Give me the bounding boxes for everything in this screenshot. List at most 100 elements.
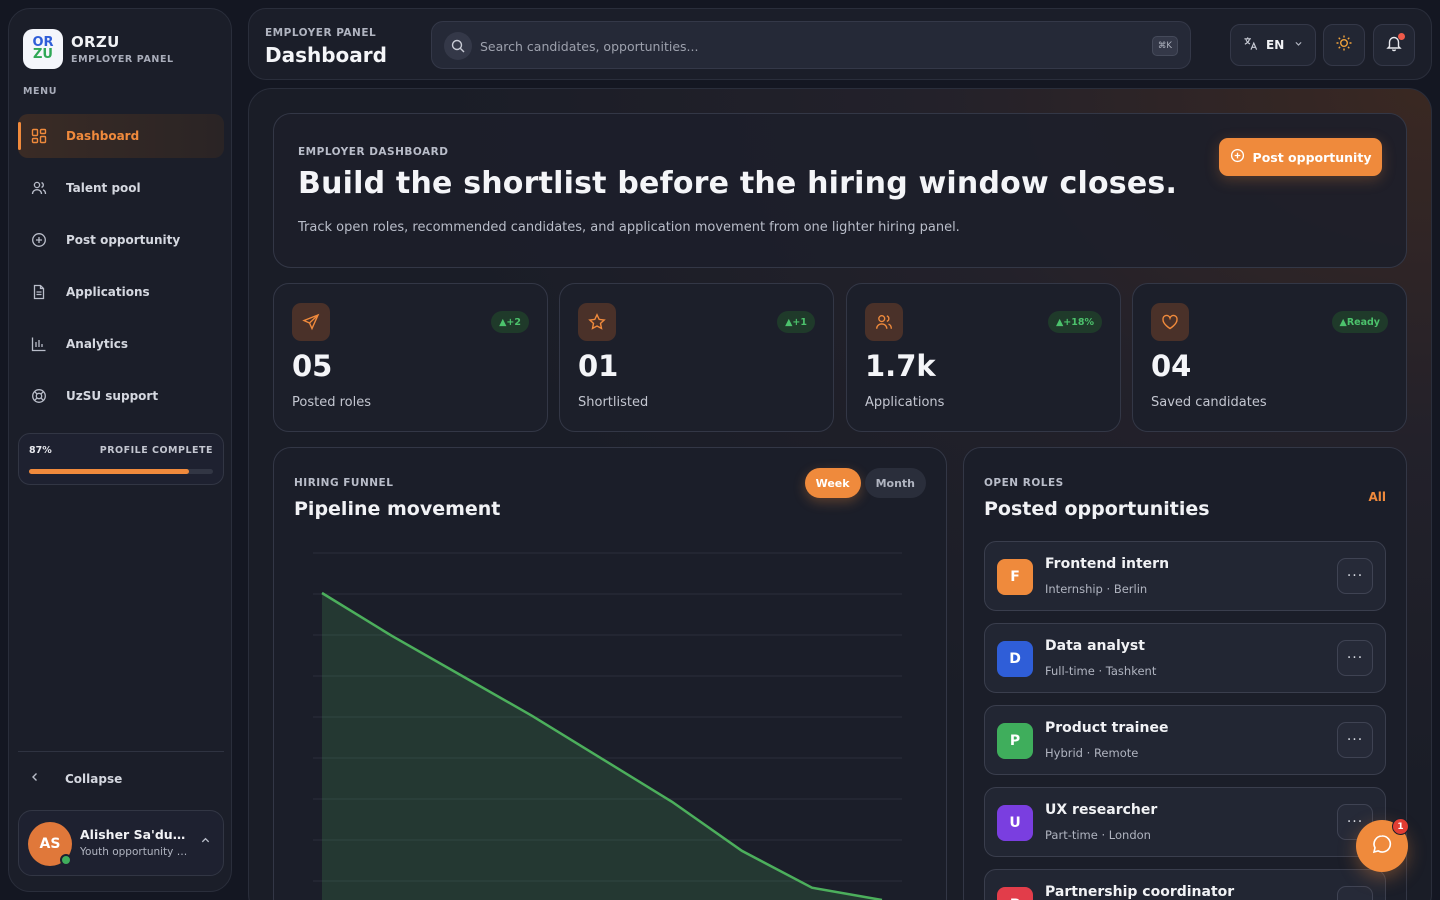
profile-progress-fill bbox=[29, 469, 190, 474]
stat-value: 1.7k bbox=[865, 349, 936, 383]
role-item[interactable]: P Partnership coordinator ··· bbox=[984, 869, 1386, 900]
stat-trend-badge: ▲Ready bbox=[1331, 311, 1388, 333]
users-icon bbox=[31, 180, 47, 196]
sidebar-item-dashboard[interactable]: Dashboard bbox=[18, 114, 224, 158]
role-item[interactable]: U UX researcher Part-time · London ··· bbox=[984, 787, 1386, 857]
role-title: UX researcher bbox=[1045, 802, 1158, 818]
stat-trend-badge: ▲+2 bbox=[491, 311, 529, 333]
role-title: Frontend intern bbox=[1045, 556, 1170, 572]
role-meta: Hybrid · Remote bbox=[1045, 746, 1139, 760]
post-opportunity-button[interactable]: Post opportunity bbox=[1219, 138, 1382, 176]
notifications-button[interactable] bbox=[1373, 24, 1415, 66]
collapse-label: Collapse bbox=[65, 772, 123, 786]
brand-name: ORZU bbox=[71, 33, 120, 51]
send-icon bbox=[292, 303, 330, 341]
more-options-button[interactable]: ··· bbox=[1337, 558, 1373, 594]
plus-circle-icon bbox=[1230, 148, 1245, 167]
language-code: EN bbox=[1266, 38, 1285, 52]
language-selector[interactable]: EN bbox=[1230, 24, 1316, 66]
topbar-subtitle: EMPLOYER PANEL bbox=[265, 27, 377, 39]
roles-title: Posted opportunities bbox=[984, 498, 1210, 520]
role-title: Data analyst bbox=[1045, 638, 1145, 654]
collapse-button[interactable]: Collapse bbox=[29, 771, 122, 787]
plus-circle-icon bbox=[31, 232, 47, 248]
period-toggle: Week Month bbox=[801, 468, 926, 498]
search-shortcut-hint: ⌘K bbox=[1151, 36, 1178, 56]
stat-label: Saved candidates bbox=[1151, 395, 1267, 410]
sidebar-item-analytics[interactable]: Analytics bbox=[18, 322, 224, 366]
sidebar: OR ZU ORZU EMPLOYER PANEL MENU Dashboard… bbox=[8, 8, 232, 892]
more-options-button[interactable]: ··· bbox=[1337, 886, 1373, 900]
menu-label: MENU bbox=[23, 86, 58, 97]
toggle-month[interactable]: Month bbox=[864, 468, 926, 498]
bar-chart-icon bbox=[31, 336, 47, 352]
stat-card-shortlisted[interactable]: ▲+1 01 Shortlisted bbox=[559, 283, 834, 432]
stat-card-applications[interactable]: ▲+18% 1.7k Applications bbox=[846, 283, 1121, 432]
user-menu[interactable]: AS Alisher Sa'dullayev Youth opportunity… bbox=[18, 810, 224, 876]
user-name: Alisher Sa'dullayev bbox=[80, 827, 188, 842]
search-bar: ⌘K bbox=[431, 21, 1191, 69]
sidebar-item-label: Analytics bbox=[66, 337, 128, 351]
funnel-eyebrow: HIRING FUNNEL bbox=[294, 477, 394, 489]
stat-card-saved-candidates[interactable]: ▲Ready 04 Saved candidates bbox=[1132, 283, 1407, 432]
notification-dot bbox=[1398, 33, 1405, 40]
hero-title: Build the shortlist before the hiring wi… bbox=[298, 166, 1178, 201]
stat-trend-badge: ▲+18% bbox=[1047, 311, 1102, 333]
post-opportunity-label: Post opportunity bbox=[1252, 149, 1372, 165]
online-status-dot bbox=[60, 854, 72, 866]
sidebar-item-label: Applications bbox=[66, 285, 150, 299]
page-title: Dashboard bbox=[265, 43, 387, 67]
stat-label: Applications bbox=[865, 395, 945, 410]
role-title: Product trainee bbox=[1045, 720, 1169, 736]
brand[interactable]: OR ZU ORZU EMPLOYER PANEL bbox=[23, 29, 174, 69]
theme-toggle-button[interactable] bbox=[1323, 24, 1365, 66]
orzu-logo: OR ZU bbox=[23, 29, 63, 69]
sidebar-item-applications[interactable]: Applications bbox=[18, 270, 224, 314]
more-options-button[interactable]: ··· bbox=[1337, 640, 1373, 676]
role-title: Partnership coordinator bbox=[1045, 884, 1235, 900]
sidebar-item-label: Dashboard bbox=[66, 129, 140, 143]
profile-complete-card[interactable]: 87% PROFILE COMPLETE bbox=[18, 433, 224, 485]
hero-card: EMPLOYER DASHBOARD Build the shortlist b… bbox=[273, 113, 1407, 268]
sidebar-divider bbox=[18, 751, 224, 752]
topbar: EMPLOYER PANEL Dashboard ⌘K EN bbox=[248, 8, 1432, 80]
lifebuoy-icon bbox=[31, 388, 47, 404]
role-avatar: U bbox=[997, 805, 1033, 841]
role-item[interactable]: F Frontend intern Internship · Berlin ··… bbox=[984, 541, 1386, 611]
chevron-up-icon bbox=[200, 835, 211, 849]
stat-card-posted-roles[interactable]: ▲+2 05 Posted roles bbox=[273, 283, 548, 432]
sidebar-item-post-opportunity[interactable]: Post opportunity bbox=[18, 218, 224, 262]
sidebar-item-uzsu-support[interactable]: UzSU support bbox=[18, 374, 224, 418]
toggle-week[interactable]: Week bbox=[804, 468, 861, 498]
profile-complete-label: PROFILE COMPLETE bbox=[99, 445, 213, 456]
sidebar-item-label: UzSU support bbox=[66, 389, 159, 403]
translate-icon bbox=[1243, 36, 1258, 55]
grid-icon bbox=[31, 128, 47, 144]
chevron-down-icon bbox=[1294, 39, 1303, 51]
chevron-left-icon bbox=[29, 771, 45, 787]
heart-icon bbox=[1151, 303, 1189, 341]
chat-bubble-icon bbox=[1371, 833, 1393, 859]
hero-description: Track open roles, recommended candidates… bbox=[298, 220, 960, 235]
sidebar-item-talent-pool[interactable]: Talent pool bbox=[18, 166, 224, 210]
view-all-link[interactable]: All bbox=[1368, 490, 1386, 504]
stat-value: 04 bbox=[1151, 349, 1192, 383]
search-icon[interactable] bbox=[444, 32, 472, 60]
stat-value: 01 bbox=[578, 349, 619, 383]
stat-trend-badge: ▲+1 bbox=[777, 311, 815, 333]
sidebar-nav: Dashboard Talent pool Post opportunity A… bbox=[18, 114, 224, 426]
more-options-button[interactable]: ··· bbox=[1337, 722, 1373, 758]
star-icon bbox=[578, 303, 616, 341]
role-meta: Internship · Berlin bbox=[1045, 582, 1148, 596]
chart-area-fill bbox=[322, 593, 882, 900]
funnel-title: Pipeline movement bbox=[294, 498, 501, 520]
role-item[interactable]: D Data analyst Full-time · Tashkent ··· bbox=[984, 623, 1386, 693]
search-input[interactable] bbox=[480, 34, 1120, 58]
role-meta: Part-time · London bbox=[1045, 828, 1151, 842]
hero-eyebrow: EMPLOYER DASHBOARD bbox=[298, 146, 449, 158]
role-item[interactable]: P Product trainee Hybrid · Remote ··· bbox=[984, 705, 1386, 775]
role-avatar: P bbox=[997, 723, 1033, 759]
sun-icon bbox=[1335, 34, 1353, 56]
user-role: Youth opportunity manager bbox=[80, 846, 190, 858]
profile-progress-track bbox=[29, 469, 213, 474]
